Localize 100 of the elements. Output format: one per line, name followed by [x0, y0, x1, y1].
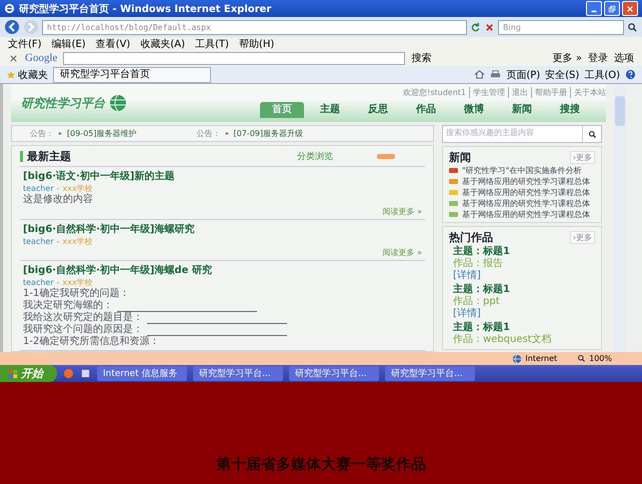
- nav-tab[interactable]: 微博: [452, 102, 496, 118]
- menu-item[interactable]: 查看(V): [96, 36, 130, 50]
- topic-title-link[interactable]: [big6·自然科学·初中一年级]海螺研究: [23, 223, 422, 236]
- topic-text: 这是修改的内容: [23, 194, 93, 206]
- taskbar-button[interactable]: 研究型学习平台...: [193, 366, 283, 381]
- notice-link[interactable]: [07-09]服务器升级: [234, 128, 303, 139]
- nav-tab[interactable]: 主题: [308, 102, 352, 118]
- header-link[interactable]: 退出: [508, 87, 528, 98]
- options-button[interactable]: 选项: [614, 51, 634, 65]
- google-logo: Google: [25, 52, 58, 64]
- read-more-link[interactable]: 阅读更多 »: [382, 207, 422, 216]
- browser-logo-icon: [4, 3, 15, 14]
- nav-tab[interactable]: 作品: [404, 102, 448, 118]
- nav-tab[interactable]: 新闻: [500, 102, 544, 118]
- news-link[interactable]: 基于网络应用的研究性学习课程总体: [462, 198, 590, 209]
- author-link[interactable]: teacher: [23, 277, 54, 288]
- work-type-text: 作品：报告: [453, 258, 504, 270]
- globe-icon: [107, 94, 129, 112]
- windows-flag-icon: [8, 368, 18, 378]
- school-text: xxx学校: [62, 277, 93, 288]
- notice-label: 公告：: [196, 128, 220, 139]
- separator-text: -: [56, 183, 60, 194]
- search-field[interactable]: Bing: [498, 20, 624, 34]
- work-subject-link[interactable]: 主题：标题1: [453, 284, 591, 296]
- separator-text: -: [56, 277, 60, 288]
- work-subject-link[interactable]: 主题：标题1: [453, 246, 591, 258]
- panel-title: 热门作品: [449, 230, 493, 244]
- nav-tab[interactable]: 反思: [356, 102, 400, 118]
- taskbar-button[interactable]: 研究型学习平台...: [385, 366, 475, 381]
- work-subject-link[interactable]: 主题：标题1: [453, 322, 591, 334]
- quick-launch-icon[interactable]: [80, 368, 91, 379]
- work-type-text: 作品：webquest文档: [453, 334, 553, 346]
- topic-title-link[interactable]: [big6·语文·初中一年级]新的主题: [23, 170, 422, 183]
- detail-link[interactable]: [详情]: [453, 270, 591, 282]
- detail-link[interactable]: [详情]: [453, 308, 591, 320]
- search-icon[interactable]: [627, 22, 638, 32]
- header-link[interactable]: 欢迎您!student1: [403, 87, 466, 98]
- zoom-control[interactable]: 100%: [577, 354, 612, 363]
- menu-item[interactable]: 工具(T): [195, 36, 229, 50]
- back-button[interactable]: [4, 19, 20, 35]
- news-link[interactable]: 基于网络应用的研究性学习课程总体: [462, 187, 590, 198]
- globe-icon: [512, 354, 522, 364]
- bullet-icon: [58, 131, 63, 136]
- search-button[interactable]: 搜索: [411, 51, 432, 65]
- scrollbar[interactable]: [614, 84, 626, 352]
- home-icon[interactable]: [474, 69, 486, 80]
- more-button[interactable]: 更多 »: [552, 51, 582, 65]
- minimize-button[interactable]: [586, 1, 602, 16]
- more-link[interactable]: ›更多: [570, 150, 595, 164]
- topic-text: 1-2确定研究所需信息和资源：: [23, 336, 160, 348]
- start-button[interactable]: 开始: [0, 365, 57, 382]
- topic-text: 我给这次研究定的题目是：: [23, 312, 143, 324]
- taskbar-button[interactable]: 研究型学习平台...: [289, 366, 379, 381]
- separator-text: -: [56, 236, 60, 247]
- menu-item[interactable]: 文件(F): [8, 36, 42, 50]
- news-link[interactable]: 基于网络应用的研究性学习课程总体: [462, 209, 590, 220]
- notice-link[interactable]: [09-05]服务器维护: [67, 128, 136, 139]
- refresh-icon[interactable]: [470, 22, 481, 32]
- nav-tab[interactable]: 搜搜: [548, 102, 592, 118]
- menu-item[interactable]: 收藏夹(A): [140, 36, 185, 50]
- close-icon: [626, 4, 634, 12]
- toolbar-menu[interactable]: 安全(S): [545, 68, 580, 82]
- news-link[interactable]: "研究性学习"在中国实施条件分析: [462, 165, 582, 176]
- browser-tab[interactable]: 研究型学习平台首页: [53, 66, 211, 82]
- taskbar-button[interactable]: Internet 信息服务: [97, 366, 187, 381]
- work-type-text: 作品：ppt: [453, 296, 501, 308]
- help-icon[interactable]: [625, 69, 636, 80]
- toolbar-search-field[interactable]: [63, 52, 406, 64]
- more-link[interactable]: ›更多: [570, 230, 595, 244]
- menu-item[interactable]: 编辑(E): [52, 36, 86, 50]
- menu-item[interactable]: 帮助(H): [238, 36, 274, 50]
- header-link[interactable]: 关于本站: [570, 87, 606, 98]
- topic-title-link[interactable]: [big6·自然科学·初中一年级]海螺de 研究: [23, 264, 422, 277]
- close-button[interactable]: [622, 1, 638, 16]
- home-badge-icon: [377, 154, 395, 158]
- panel-title: 新闻: [449, 150, 471, 164]
- quick-launch-icon[interactable]: [63, 368, 74, 379]
- header-link[interactable]: 帮助手册: [531, 87, 567, 98]
- address-field[interactable]: http://localhost/blog/Default.aspx: [42, 20, 467, 34]
- header-link[interactable]: 学生管理: [469, 87, 505, 98]
- author-link[interactable]: teacher: [23, 183, 54, 194]
- toolbar-menu[interactable]: 页面(P): [506, 68, 540, 82]
- school-text: xxx学校: [62, 183, 93, 194]
- read-more-link[interactable]: 阅读更多 »: [382, 248, 422, 257]
- toolbar-menu[interactable]: 工具(O): [584, 68, 620, 82]
- restore-button[interactable]: [604, 1, 620, 16]
- favorites-button[interactable]: 收藏夹: [6, 68, 48, 82]
- browse-link[interactable]: 分类浏览: [297, 150, 333, 162]
- stop-icon[interactable]: [484, 22, 495, 32]
- window-title: 研究型学习平台首页 - Windows Internet Explorer: [19, 2, 272, 16]
- topic-text: 我研究这个问题的原因是：: [23, 324, 143, 336]
- close-icon[interactable]: [8, 52, 19, 64]
- login-button[interactable]: 登录: [588, 51, 608, 65]
- slide-caption: 第十届省多媒体大赛一等奖作品: [216, 455, 426, 474]
- author-link[interactable]: teacher: [23, 236, 54, 247]
- printer-icon[interactable]: [490, 69, 502, 80]
- news-link[interactable]: 基于网络应用的研究性学习课程总体: [462, 176, 590, 187]
- star-icon: [6, 70, 16, 80]
- magnifier-icon: [577, 354, 586, 363]
- site-logo: 研究性学习平台: [21, 94, 105, 112]
